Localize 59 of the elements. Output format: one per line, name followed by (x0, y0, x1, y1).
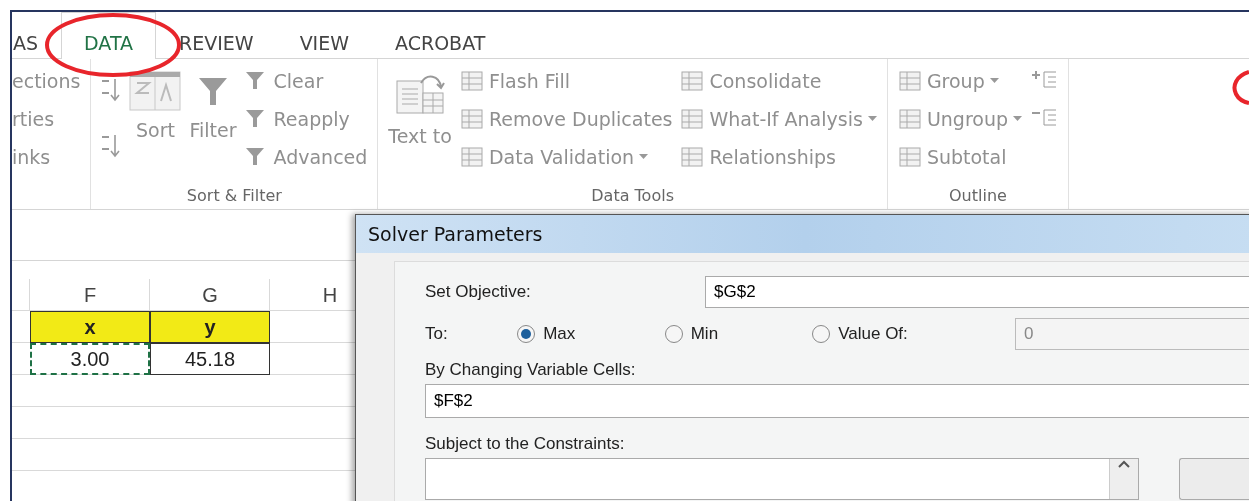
ribbon-command[interactable]: Ungroup (897, 103, 1022, 135)
ribbon-command[interactable]: Advanced (244, 141, 368, 173)
table-cell: 3.00 (30, 343, 150, 375)
field-label: Set Objective: (425, 282, 532, 302)
ribbon-tab[interactable]: REVIEW (156, 12, 277, 59)
table-icon (680, 108, 705, 130)
field-label: Subject to the Constraints: (425, 434, 626, 454)
ribbon-command[interactable]: What-If Analysis (680, 103, 877, 135)
group-label: Sort & Filter (185, 186, 283, 205)
ribbon-command[interactable]: Text to (388, 65, 452, 186)
ribbon-command[interactable]: Subtotal (897, 141, 1022, 173)
field-label: To: (425, 324, 449, 344)
column-header[interactable]: F (30, 279, 150, 311)
ribbon-command[interactable]: Filter (189, 65, 237, 186)
ribbon-command[interactable]: Relationships (680, 141, 877, 173)
ribbon-command[interactable]: Data Validation (459, 141, 673, 173)
ribbon-tab[interactable]: VIEW (276, 12, 373, 59)
radio-icon[interactable] (664, 325, 683, 343)
table-icon (897, 146, 922, 168)
table-icon (680, 70, 705, 92)
ribbon-command[interactable]: Reapply (244, 103, 368, 135)
sort-grid-icon (129, 71, 182, 111)
variable-cells-field[interactable]: $F$2 (425, 384, 1249, 418)
scroll-up-icon[interactable] (1118, 459, 1130, 469)
table-icon (897, 70, 922, 92)
table-icon (459, 108, 484, 130)
table-icon (459, 70, 484, 92)
table-icon (459, 146, 484, 168)
group-label: Outline (948, 186, 1008, 205)
column-header[interactable]: G (150, 279, 270, 311)
ribbon-command[interactable]: Sort (129, 65, 182, 186)
dialog-title: Solver Parameters (356, 215, 1249, 253)
radio-option[interactable]: Value Of: (812, 324, 1015, 344)
table-cell: y (150, 311, 270, 343)
table-cell: x (30, 311, 150, 343)
ribbon-command[interactable]: ections (12, 65, 81, 97)
radio-option[interactable]: Max (517, 324, 665, 344)
group-label: Data Tools (590, 186, 675, 205)
objective-field[interactable]: $G$2 (705, 276, 1249, 308)
sort-arrow-icon[interactable] (101, 133, 122, 159)
radio-option[interactable]: Min (664, 324, 813, 344)
radio-icon[interactable] (812, 325, 831, 343)
ribbon-command[interactable]: Clear (244, 65, 368, 97)
ribbon-command[interactable]: Flash Fill (459, 65, 673, 97)
field-label: By Changing Variable Cells: (425, 360, 637, 380)
ribbon-command[interactable]: Consolidate (680, 65, 877, 97)
ribbon-command[interactable]: rties (12, 103, 81, 135)
table-icon (897, 108, 922, 130)
ribbon-tab[interactable]: DATA (61, 12, 156, 59)
table-icon (680, 146, 705, 168)
radio-icon[interactable] (517, 325, 536, 343)
ribbon-command[interactable]: Group (897, 65, 1022, 97)
sort-arrow-icon[interactable] (101, 77, 122, 103)
table-cell: 45.18 (150, 343, 270, 375)
ribbon-tab[interactable]: ACROBAT (372, 12, 509, 59)
ribbon-tab[interactable]: AS (12, 12, 62, 59)
ribbon-command[interactable]: Remove Duplicates (459, 103, 673, 135)
ribbon-command[interactable]: inks (12, 141, 81, 173)
dialog-button[interactable] (1179, 458, 1249, 500)
